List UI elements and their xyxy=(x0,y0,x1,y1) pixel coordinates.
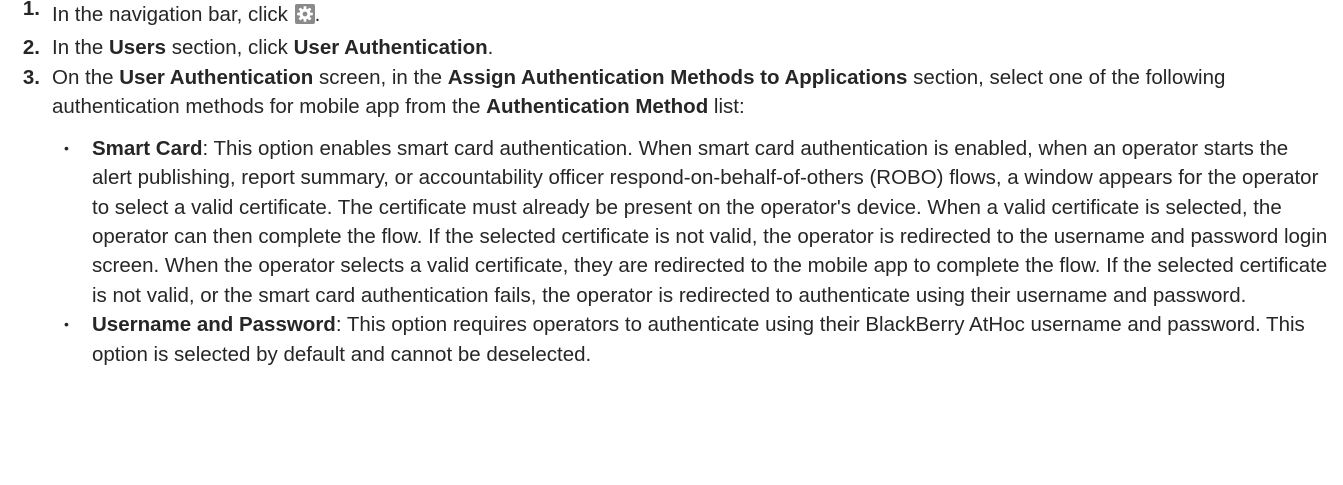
step-3: 3. On the User Authentication screen, in… xyxy=(0,63,1333,369)
list-name: Authentication Method xyxy=(486,95,709,119)
procedure-document: 1. In the navigation bar, click . 2. In … xyxy=(0,0,1343,485)
link-name-user-authentication: User Authentication xyxy=(293,36,488,59)
list-item-smart-card: • Smart Card: This option enables smart … xyxy=(52,134,1333,310)
option-description: : This option enables smart card authent… xyxy=(92,136,1328,307)
step-number: 2. xyxy=(22,36,40,59)
step-number: 1. xyxy=(22,0,40,20)
step-1: 1. In the navigation bar, click . xyxy=(0,0,1333,33)
step-2: 2. In the Users section, click User Auth… xyxy=(0,33,1333,63)
procedure-steps: 1. In the navigation bar, click . 2. In … xyxy=(0,0,1333,369)
step-number: 3. xyxy=(22,66,40,89)
list-item-username-password: • Username and Password: This option req… xyxy=(52,310,1333,369)
section-name: Assign Authentication Methods to Applica… xyxy=(447,66,908,89)
step-text: On the User Authentication screen, in th… xyxy=(52,66,1226,119)
option-name: Smart Card xyxy=(92,136,203,160)
authentication-method-options: • Smart Card: This option enables smart … xyxy=(52,134,1333,369)
bullet: • xyxy=(64,139,69,156)
bullet: • xyxy=(64,316,69,333)
step-text: In the Users section, click User Authent… xyxy=(52,36,494,59)
screen-name: User Authentication xyxy=(119,66,314,89)
gear-icon xyxy=(294,4,315,24)
option-name: Username and Password xyxy=(92,313,336,337)
step-text: In the navigation bar, click . xyxy=(52,3,321,26)
section-name-users: Users xyxy=(109,36,166,59)
